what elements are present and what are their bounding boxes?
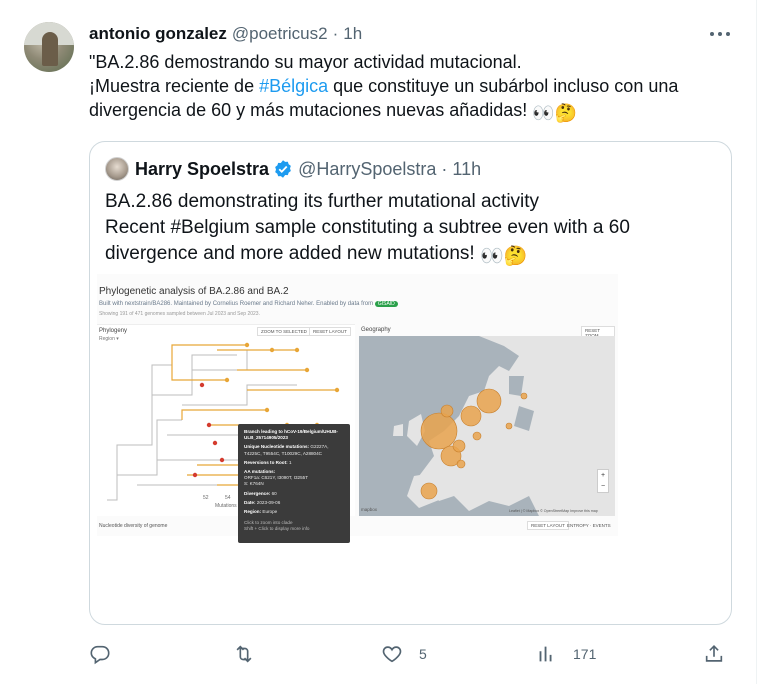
tweet-time[interactable]: 1h	[343, 24, 362, 44]
views-button[interactable]: 171	[535, 640, 596, 668]
entropy-events: ENTROPY · EVENTS	[567, 523, 611, 528]
author-avatar[interactable]	[24, 22, 74, 72]
map-credit: Leaflet | © Mapbox © OpenStreetMap Impro…	[509, 509, 598, 513]
tweet-text-line: "BA.2.86 demostrando su mayor actividad …	[89, 52, 522, 72]
tweet-text: "BA.2.86 demostrando su mayor actividad …	[89, 50, 739, 125]
gisaid-logo: GISAID	[374, 301, 398, 307]
axis-label: Mutations	[215, 503, 237, 509]
quote-text-line: divergence and more added new mutations!…	[105, 241, 715, 270]
share-button[interactable]	[703, 640, 725, 668]
emoji: 👀🤔	[479, 246, 528, 267]
map-zoom-controls: + −	[597, 469, 609, 493]
axis-tick: 54	[225, 495, 231, 501]
views-count: 171	[573, 646, 597, 662]
quote-time: 11h	[452, 158, 482, 179]
quoted-tweet[interactable]: Harry Spoelstra @HarrySpoelstra · 11h BA…	[89, 141, 732, 625]
diversity-bar: Nucleotide diversity of genome RESET LAY…	[97, 521, 618, 533]
author-name[interactable]: antonio gonzalez	[89, 24, 227, 44]
quote-author-avatar	[105, 157, 129, 181]
heart-icon	[382, 646, 402, 663]
map-bubbles	[420, 388, 528, 500]
tweet-container: antonio gonzalez @poetricus2 · 1h "BA.2.…	[0, 0, 757, 684]
quote-text-line: Recent #Belgium sample constituting a su…	[105, 217, 630, 238]
retweet-button[interactable]	[233, 640, 273, 668]
share-icon	[705, 645, 723, 662]
more-options-icon[interactable]	[706, 24, 734, 44]
reset-layout-button-2: RESET LAYOUT	[527, 521, 569, 530]
diversity-label: Nucleotide diversity of genome	[99, 523, 168, 529]
media-title: Phylogenetic analysis of BA.2.86 and BA.…	[99, 286, 289, 297]
tweet-header: antonio gonzalez @poetricus2 · 1h	[89, 22, 362, 46]
europe-map: + − mapbox Leaflet | © Mapbox © OpenStree…	[359, 336, 615, 516]
axis-tick: 52	[203, 495, 209, 501]
header-separator: ·	[332, 24, 339, 43]
hashtag-link[interactable]: #Bélgica	[259, 76, 328, 96]
geography-panel: Geography RESET ZOOM	[359, 324, 615, 516]
author-handle[interactable]: @poetricus2	[232, 24, 328, 44]
action-bar: 5 171	[89, 640, 739, 668]
quote-text-line: BA.2.86 demonstrating its further mutati…	[105, 191, 540, 212]
quote-author-handle: @HarrySpoelstra	[298, 158, 437, 179]
tweet-text-line: divergencia de 60 y más mutaciones nueva…	[89, 100, 578, 123]
like-button[interactable]: 5	[381, 640, 427, 668]
phylogeny-panel: Phylogeny Region ▾ ZOOM TO SELECTED RESE…	[97, 324, 355, 543]
tweet-text-line: ¡Muestra reciente de #Bélgica que consti…	[89, 76, 679, 96]
attached-image[interactable]: Phylogenetic analysis of BA.2.86 and BA.…	[97, 274, 618, 543]
views-icon	[539, 646, 552, 662]
reply-icon	[90, 645, 110, 665]
media-credits: Built with nextstrain/BA286. Maintained …	[99, 301, 398, 307]
retweet-icon	[236, 645, 252, 663]
media-showing: Showing 191 of 471 genomes sampled betwe…	[99, 311, 260, 317]
quote-separator: ·	[441, 158, 448, 179]
quote-header: Harry Spoelstra @HarrySpoelstra · 11h	[105, 157, 481, 181]
emoji: 👀🤔	[532, 103, 578, 123]
map-logo: mapbox	[361, 507, 378, 512]
quote-author-name: Harry Spoelstra	[135, 158, 270, 179]
quote-text: BA.2.86 demonstrating its further mutati…	[105, 189, 715, 270]
reply-button[interactable]	[89, 640, 129, 668]
geography-label: Geography	[361, 327, 391, 333]
like-count: 5	[419, 646, 427, 662]
verified-badge-icon	[275, 160, 291, 178]
